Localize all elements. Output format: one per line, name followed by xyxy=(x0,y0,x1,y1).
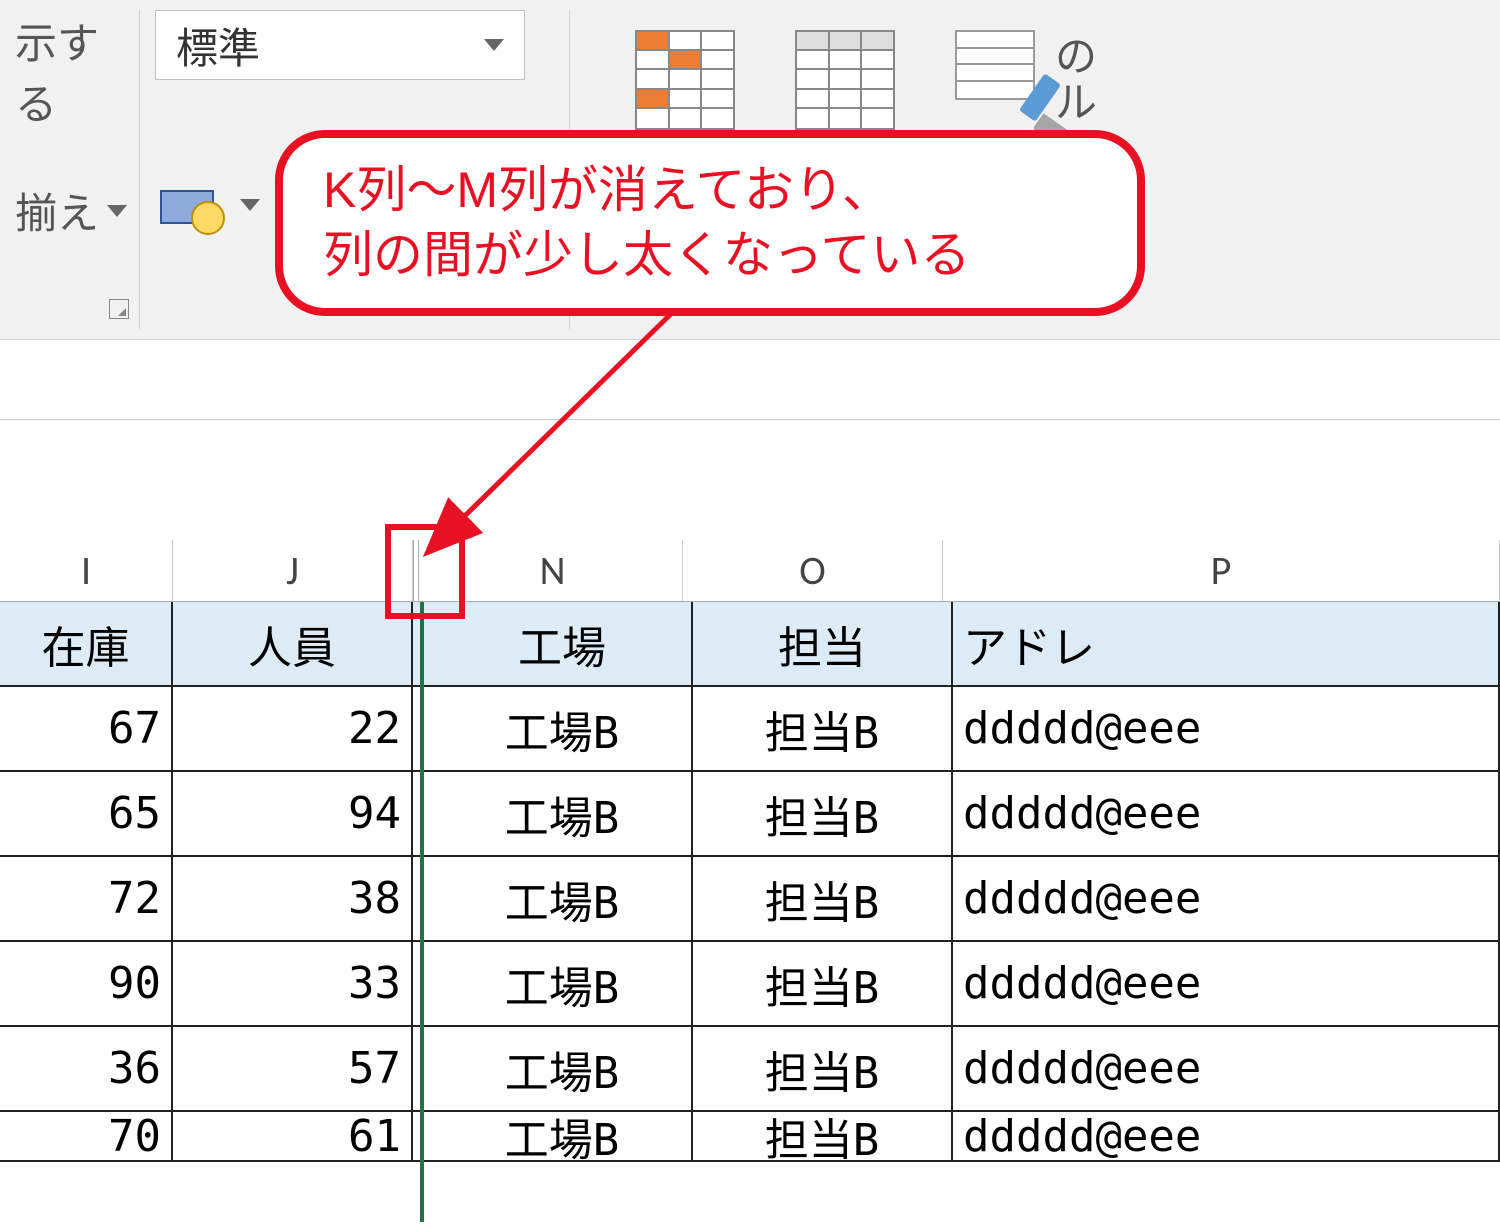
cell[interactable]: ddddd@eee xyxy=(953,1112,1500,1162)
cell[interactable]: 担当B xyxy=(693,942,953,1027)
table-row: 7238工場B担当Bddddd@eee xyxy=(0,857,1500,942)
cell[interactable]: 72 xyxy=(0,857,173,942)
spreadsheet: I J N O P 在庫 人員 工場 担当 アドレ 6722工場B担当Bdddd… xyxy=(0,420,1500,1162)
col-header-J[interactable]: J xyxy=(173,540,413,601)
cell[interactable]: ddddd@eee xyxy=(953,772,1500,857)
cell[interactable]: 61 xyxy=(173,1112,413,1162)
table-row: 6722工場B担当Bddddd@eee xyxy=(0,687,1500,772)
cell[interactable]: 工場B xyxy=(433,1112,693,1162)
cell[interactable]: 57 xyxy=(173,1027,413,1112)
cell[interactable]: 38 xyxy=(173,857,413,942)
chevron-down-icon xyxy=(484,39,504,51)
cell[interactable]: 90 xyxy=(0,942,173,1027)
formula-bar[interactable] xyxy=(0,340,1500,420)
number-format-combo[interactable]: 標準 xyxy=(155,10,525,80)
table-header-row: 在庫 人員 工場 担当 アドレ xyxy=(0,602,1500,687)
header-cell[interactable]: 在庫 xyxy=(0,602,173,687)
cell[interactable]: 担当B xyxy=(693,1027,953,1112)
conditional-format-icon[interactable] xyxy=(635,30,735,130)
cell[interactable]: 33 xyxy=(173,942,413,1027)
cell[interactable]: 工場B xyxy=(433,1027,693,1112)
cell[interactable]: 36 xyxy=(0,1027,173,1112)
header-cell[interactable]: アドレ xyxy=(953,602,1500,687)
column-headers: I J N O P xyxy=(0,540,1500,602)
dialog-launcher-icon[interactable] xyxy=(109,299,129,319)
chevron-down-icon xyxy=(107,205,127,217)
table-row: 3657工場B担当Bddddd@eee xyxy=(0,1027,1500,1112)
table-row: 7061 工場B担当Bddddd@eee xyxy=(0,1112,1500,1162)
cell[interactable]: 担当B xyxy=(693,1112,953,1162)
cell[interactable]: 22 xyxy=(173,687,413,772)
selection-border xyxy=(420,602,424,1222)
cell-styles-icon[interactable] xyxy=(955,30,1045,130)
header-cell[interactable]: 担当 xyxy=(693,602,953,687)
cell[interactable]: 担当B xyxy=(693,857,953,942)
chevron-down-icon[interactable] xyxy=(240,199,260,211)
header-cell[interactable]: 人員 xyxy=(173,602,413,687)
table-row: 6594工場B担当Bddddd@eee xyxy=(0,772,1500,857)
cell[interactable]: ddddd@eee xyxy=(953,857,1500,942)
cell[interactable]: 工場B xyxy=(433,772,693,857)
annotation-arrow xyxy=(410,300,710,580)
cell[interactable]: 工場B xyxy=(433,857,693,942)
col-header-I[interactable]: I xyxy=(0,540,173,601)
table-row: 9033工場B担当Bddddd@eee xyxy=(0,942,1500,1027)
merge-center-button[interactable]: 揃え xyxy=(15,180,127,241)
col-header-P[interactable]: P xyxy=(943,540,1500,601)
currency-icon[interactable] xyxy=(160,180,220,230)
cell[interactable]: 工場B xyxy=(433,687,693,772)
cell[interactable]: 94 xyxy=(173,772,413,857)
header-cell[interactable]: 工場 xyxy=(433,602,693,687)
col-header-O[interactable]: O xyxy=(683,540,943,601)
format-as-table-icon[interactable] xyxy=(795,30,895,130)
cell[interactable]: 担当B xyxy=(693,772,953,857)
cell[interactable]: 工場B xyxy=(433,942,693,1027)
cell[interactable]: 65 xyxy=(0,772,173,857)
cell[interactable]: ddddd@eee xyxy=(953,1027,1500,1112)
annotation-callout: K列～M列が消えており、 列の間が少し太くなっている xyxy=(275,130,1145,316)
cell[interactable]: ddddd@eee xyxy=(953,942,1500,1027)
cell[interactable]: 67 xyxy=(0,687,173,772)
cell[interactable]: 70 xyxy=(0,1112,173,1162)
wrap-text-button[interactable]: 示する xyxy=(15,10,124,132)
cell[interactable]: 担当B xyxy=(693,687,953,772)
cell[interactable]: ddddd@eee xyxy=(953,687,1500,772)
